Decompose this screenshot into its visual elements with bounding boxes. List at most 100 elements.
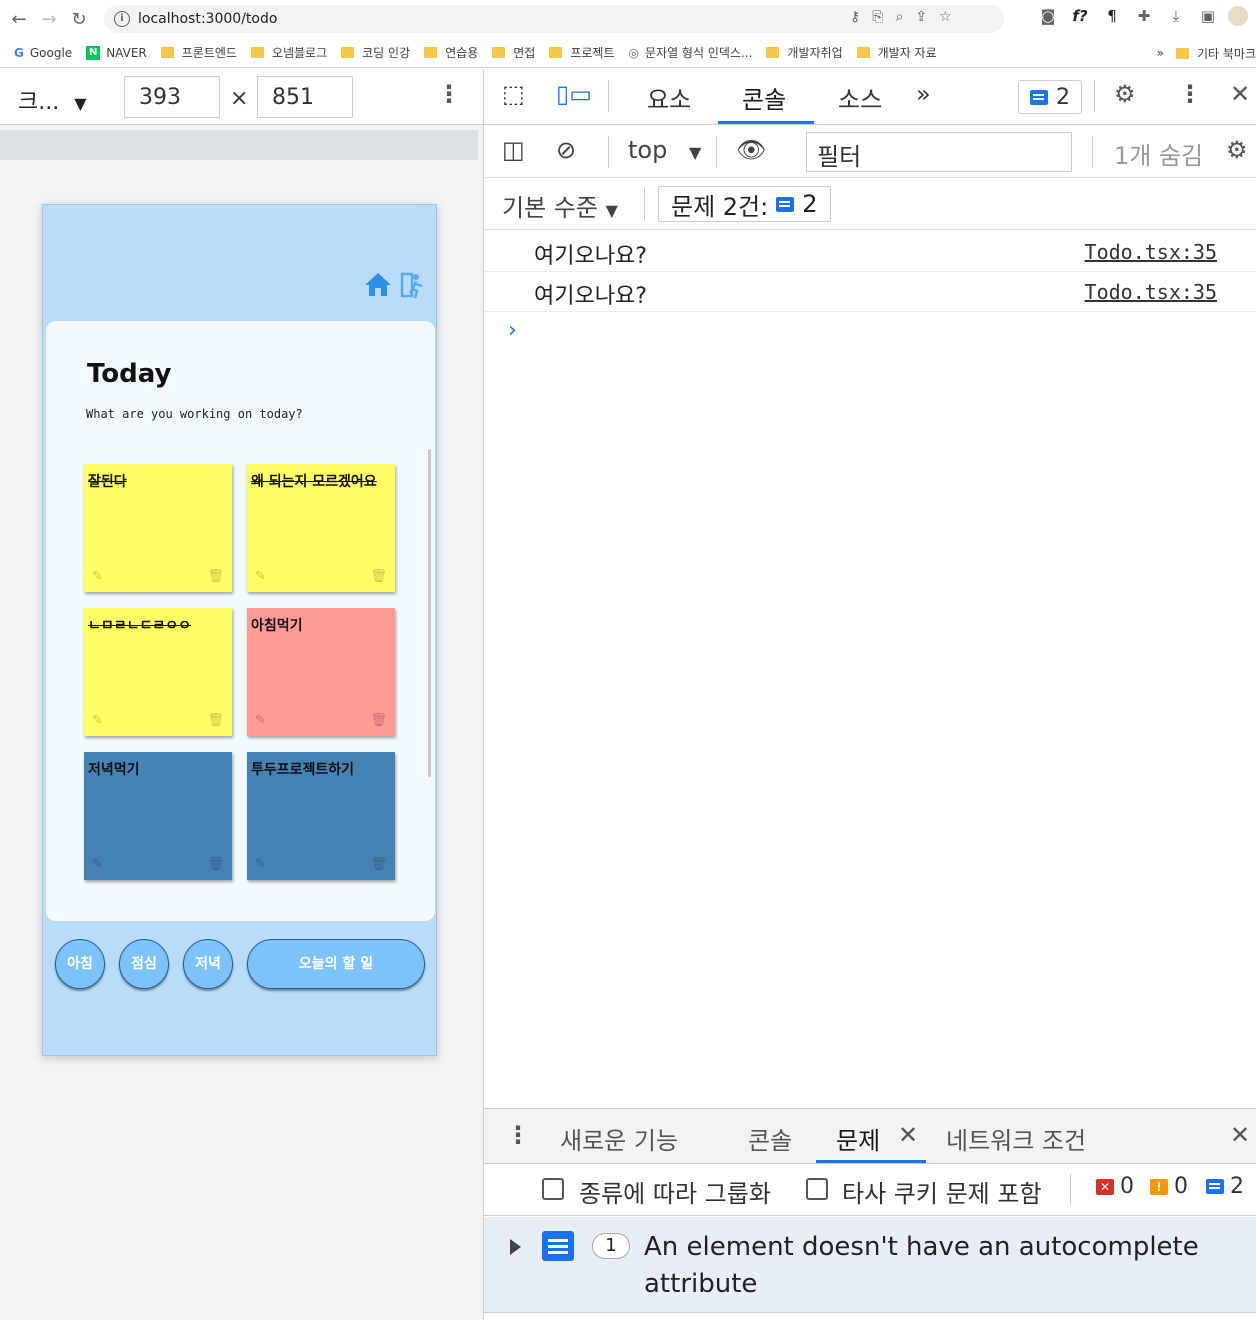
sticky-note[interactable]: 잘된다 ✎ 🗑	[84, 464, 232, 592]
edit-icon[interactable]: ✎	[92, 857, 103, 872]
bookmark-folder[interactable]: 연습용	[424, 44, 478, 61]
note-text: 투두프로젝트하기	[251, 762, 355, 778]
zoom-icon[interactable]: ⌕	[895, 9, 903, 25]
lunch-button[interactable]: 점심	[119, 939, 169, 989]
tab-console[interactable]: 콘솔	[742, 80, 786, 115]
trash-icon[interactable]: 🗑	[207, 857, 224, 872]
morning-button[interactable]: 아침	[55, 939, 105, 989]
console-filter-input[interactable]: 필터	[806, 132, 1072, 172]
third-party-label: 타사 쿠키 문제 포함	[842, 1180, 1042, 1208]
issues-badge[interactable]: 2	[1018, 80, 1082, 114]
pilcrow-icon[interactable]: ¶	[1100, 7, 1124, 25]
clear-console-icon[interactable]: ⊘	[556, 136, 576, 164]
camera-icon[interactable]: ◙	[1036, 7, 1060, 25]
console-settings-icon[interactable]: ⚙	[1226, 136, 1248, 164]
sticky-note[interactable]: ㄴㅁㄹㄴㄷㄹㅇㅇ ✎ 🗑	[84, 608, 232, 736]
bookmarks-more-button[interactable]: »	[1157, 46, 1164, 60]
other-bookmarks[interactable]: 기타 북마크	[1197, 45, 1256, 62]
trash-icon[interactable]: 🗑	[370, 857, 387, 872]
devtools-tabbar: ⬚ ▯▭ 요소 콘솔 소스 » 2 ⚙ ⋮ ✕	[484, 70, 1256, 125]
note-text: 저녁먹기	[88, 762, 140, 778]
edit-icon[interactable]: ✎	[92, 569, 103, 584]
error-count: ✕ 0	[1096, 1174, 1134, 1199]
bookmark-folder[interactable]: 코딩 인강	[341, 44, 410, 61]
close-drawer-icon[interactable]: ✕	[1230, 1121, 1250, 1149]
device-select[interactable]: 크... ▼	[18, 84, 87, 116]
share-icon[interactable]: ⇪	[915, 9, 927, 25]
group-by-kind-checkbox[interactable]	[542, 1178, 564, 1200]
trash-icon[interactable]: 🗑	[207, 713, 224, 728]
inspect-icon[interactable]: ⬚	[502, 80, 525, 108]
log-source-link[interactable]: Todo.tsx:35	[1085, 280, 1217, 304]
scrollbar[interactable]	[428, 449, 431, 777]
logout-icon[interactable]	[400, 271, 426, 299]
more-options-icon[interactable]: ⋮	[1178, 80, 1202, 108]
height-input[interactable]: 851	[257, 76, 353, 118]
console-prompt-icon[interactable]: ›	[508, 318, 517, 343]
settings-icon[interactable]: ⚙	[1114, 80, 1136, 108]
reload-icon[interactable]: ↻	[64, 9, 94, 30]
bookmark-folder[interactable]: 개발자취업	[766, 44, 843, 61]
bookmark-folder[interactable]: 프론트엔드	[160, 44, 237, 61]
sticky-note[interactable]: 아침먹기 ✎ 🗑	[247, 608, 395, 736]
sidebar-toggle-icon[interactable]: ◫	[502, 136, 525, 164]
home-icon[interactable]	[364, 271, 392, 297]
drawer-tab-issues[interactable]: 문제	[836, 1121, 880, 1156]
url-text: localhost:3000/todo	[138, 11, 278, 27]
sticky-note[interactable]: 저녁먹기 ✎ 🗑	[84, 752, 232, 880]
edit-icon[interactable]: ✎	[255, 857, 266, 872]
star-icon[interactable]: ☆	[939, 9, 952, 25]
key-icon[interactable]: ⚷	[850, 9, 860, 25]
today-button[interactable]: 오늘의 할 일	[247, 939, 425, 989]
sticky-note[interactable]: 투두프로젝트하기 ✎ 🗑	[247, 752, 395, 880]
forward-icon[interactable]: →	[34, 9, 64, 30]
edit-icon[interactable]: ✎	[92, 713, 103, 728]
context-select[interactable]: top ▼	[628, 136, 701, 164]
more-options-icon[interactable]: ⋮	[437, 80, 461, 108]
expand-icon[interactable]	[510, 1239, 521, 1255]
bookmark-folder[interactable]: 개발자 자료	[856, 44, 937, 61]
trash-icon[interactable]: 🗑	[370, 569, 387, 584]
live-expression-eye-icon[interactable]: 👁	[736, 136, 766, 164]
sticky-note[interactable]: 왜 되는지 모르겠어요 ✎ 🗑	[247, 464, 395, 592]
drawer-menu-icon[interactable]: ⋮	[506, 1121, 530, 1149]
log-level-select[interactable]: 기본 수준 ▼	[502, 188, 618, 223]
tab-sources[interactable]: 소스	[838, 80, 882, 115]
width-input[interactable]: 393	[124, 76, 220, 118]
edit-icon[interactable]: ✎	[255, 713, 266, 728]
console-toolbar: ◫ ⊘ top ▼ 👁 필터 1개 숨김 ⚙	[484, 126, 1256, 178]
drawer-tab-network-conditions[interactable]: 네트워크 조건	[946, 1121, 1086, 1156]
bookmark-naver[interactable]: N NAVER	[86, 45, 147, 60]
sidepanel-icon[interactable]: ▣	[1196, 7, 1220, 25]
more-tabs-icon[interactable]: »	[916, 80, 931, 108]
drawer-tab-whats-new[interactable]: 새로운 기능	[560, 1121, 678, 1156]
bookmark-folder[interactable]: 오넴블로그	[250, 44, 327, 61]
avatar[interactable]	[1228, 6, 1248, 26]
drawer-tab-console[interactable]: 콘솔	[748, 1121, 792, 1156]
issue-item[interactable]: 1 An element doesn't have an autocomplet…	[484, 1217, 1256, 1313]
third-party-checkbox[interactable]	[806, 1178, 828, 1200]
note-text: 잘된다	[88, 474, 127, 490]
trash-icon[interactable]: 🗑	[207, 569, 224, 584]
device-toggle-icon[interactable]: ▯▭	[556, 80, 592, 108]
log-source-link[interactable]: Todo.tsx:35	[1085, 240, 1217, 264]
close-tab-icon[interactable]: ✕	[898, 1121, 918, 1149]
bookmark-link[interactable]: ◎ 문자열 형식 인덱스...	[629, 44, 753, 61]
extensions-icon[interactable]: ✚	[1132, 7, 1156, 25]
bookmark-folder[interactable]: 프로젝트	[549, 44, 615, 61]
folder-icon	[766, 47, 780, 58]
tab-elements[interactable]: 요소	[647, 80, 691, 115]
dinner-button[interactable]: 저녁	[183, 939, 233, 989]
download-icon[interactable]: ⤓	[1164, 7, 1188, 25]
back-icon[interactable]: ←	[4, 9, 34, 30]
bookmark-google[interactable]: G Google	[14, 46, 72, 60]
translate-icon[interactable]: ⎘	[872, 9, 883, 25]
issues-chip[interactable]: 문제 2건: 2	[658, 186, 831, 222]
globe-icon: ◎	[628, 45, 639, 60]
close-icon[interactable]: ✕	[1230, 80, 1250, 108]
function-icon[interactable]: f?	[1068, 7, 1092, 25]
bookmark-folder[interactable]: 면접	[492, 44, 535, 61]
edit-icon[interactable]: ✎	[255, 569, 266, 584]
trash-icon[interactable]: 🗑	[370, 713, 387, 728]
info-icon[interactable]: i	[114, 11, 130, 27]
